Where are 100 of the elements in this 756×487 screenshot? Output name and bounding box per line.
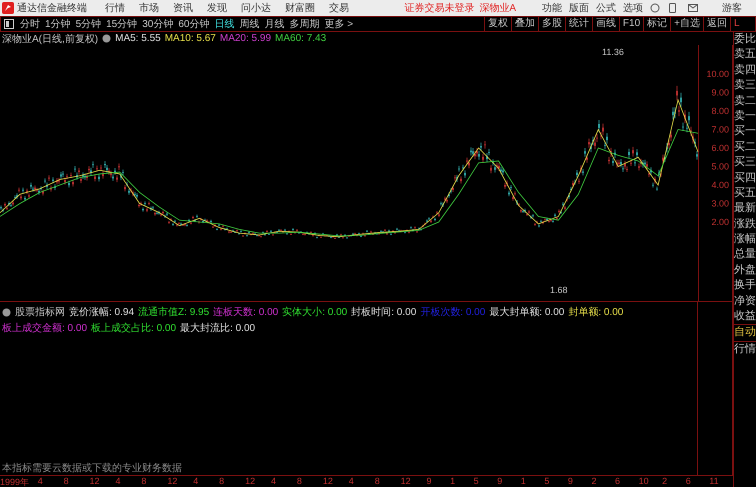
period-tab[interactable]: 15分钟 [106, 17, 138, 31]
date-axis-label: 1999年 [0, 476, 30, 487]
period-tab[interactable]: 月线 [264, 17, 284, 31]
sidebar-button[interactable]: 行情 [734, 340, 756, 358]
date-axis-label: 11 [709, 476, 720, 487]
sidebar-button[interactable]: 自动 [734, 324, 756, 341]
indicator-value: 流通市值Z: 9.95 [138, 306, 210, 319]
quote-label: 最新 [734, 201, 756, 216]
indicator-value: 竞价涨幅: 0.94 [69, 306, 134, 319]
date-axis-label: 8 [64, 476, 70, 487]
period-tab[interactable]: 日线 [214, 17, 234, 31]
moving-average-value: MA20: 5.99 [220, 33, 272, 44]
mail-icon[interactable] [688, 4, 698, 12]
period-tab[interactable]: 多周期 [290, 17, 320, 31]
chart-tool-button[interactable]: 叠加 [510, 17, 538, 31]
indicator-value: 板上成交金额: 0.00 [2, 322, 88, 335]
date-axis-label: 6 [615, 476, 622, 487]
price-axis-label: 2.00 [711, 217, 729, 228]
date-axis-label: 9 [497, 476, 504, 487]
price-axis-label: 7.00 [711, 124, 729, 135]
date-axis-label: 12 [90, 476, 101, 487]
date-axis-label: 5 [474, 476, 480, 487]
price-axis-label: 4.00 [711, 180, 729, 190]
panel-toggle-icon[interactable] [4, 19, 14, 29]
logo-icon [2, 2, 14, 14]
quote-label: 卖五 [734, 47, 756, 62]
menu-item[interactable]: 交易 [329, 1, 349, 15]
quote-label: 买三 [734, 155, 756, 170]
indicator-value: 连板天数: 0.00 [213, 306, 278, 319]
stock-name: 深物业A [479, 2, 516, 15]
period-tab[interactable]: 60分钟 [178, 17, 210, 31]
menu-item[interactable]: 问小达 [241, 1, 271, 15]
quote-label: 卖二 [734, 94, 756, 109]
indicator-value: 封单额: 0.00 [568, 306, 624, 319]
quote-label: 涨幅 [734, 232, 756, 248]
period-tab[interactable]: 分时 [20, 17, 40, 31]
quote-label: 卖一 [734, 108, 756, 124]
date-axis-label: 5 [544, 476, 550, 487]
chart-tool-button[interactable]: 多股 [538, 17, 565, 31]
quote-label: 卖三 [734, 78, 756, 94]
moving-average-value: MA60: 7.43 [275, 33, 326, 44]
quote-label: 收益 [734, 309, 756, 324]
quote-label: 涨跌 [734, 216, 756, 232]
chart-tool-button[interactable]: F10 [618, 17, 644, 31]
date-axis-label: 8 [296, 476, 303, 487]
period-tab[interactable]: 1分钟 [45, 17, 71, 31]
price-axis-label: 3.00 [711, 198, 729, 209]
date-axis-label: 9 [426, 476, 433, 487]
period-tab[interactable]: 5分钟 [76, 17, 102, 31]
chart-title: 深物业A(日线,前复权) [2, 32, 98, 46]
quote-label: 买五 [734, 186, 756, 201]
period-tab[interactable]: 更多 > [324, 17, 354, 31]
period-tab[interactable]: 30分钟 [142, 17, 174, 31]
chart-tool-button[interactable]: 复权 [484, 17, 511, 31]
date-axis-label: 10 [638, 476, 650, 487]
menu-item[interactable]: 版面 [569, 1, 589, 15]
chart-tool-button[interactable]: +自选 [670, 17, 703, 31]
app-title: 通达信金融终端 [17, 2, 87, 15]
date-axis-label: 8 [141, 476, 148, 487]
indicator-value: 最大封单额: 0.00 [489, 306, 564, 319]
date-axis-label: 1 [520, 476, 527, 487]
menu-item[interactable]: 市场 [139, 1, 159, 15]
menu-item[interactable]: 资讯 [173, 1, 193, 15]
date-axis-label: 12 [322, 476, 334, 487]
phone-icon[interactable] [669, 3, 676, 13]
date-axis-label: 4 [38, 476, 44, 487]
chart-tool-button[interactable]: 统计 [564, 17, 592, 31]
indicator-value: 板上成交占比: 0.00 [91, 322, 176, 335]
date-axis-label: 4 [348, 476, 355, 487]
price-axis-label: 6.00 [711, 143, 729, 154]
quote-label: 净资 [734, 294, 756, 309]
date-axis-label: 4 [193, 476, 200, 487]
quote-label: 买四 [734, 170, 756, 186]
date-axis-label: 8 [374, 476, 381, 487]
high-price-label: 11.36 [602, 47, 624, 57]
chart-tool-button[interactable]: 返回 [703, 17, 730, 31]
indicator-note: 本指标需要云数据或下载的专业财务数据 [1, 462, 183, 475]
indicator-value: 开板次数: 0.00 [420, 306, 486, 319]
chart-tool-button[interactable]: 标记 [643, 17, 670, 31]
quote-label: 委比 [734, 32, 756, 47]
menu-item[interactable]: 行情 [105, 1, 125, 15]
menu-item[interactable]: 公式 [596, 1, 616, 15]
date-axis-label: 6 [686, 476, 692, 487]
date-axis-label: 1 [450, 476, 456, 487]
moving-average-value: MA5: 5.55 [115, 33, 161, 44]
moving-average-value: MA10: 5.67 [164, 33, 216, 44]
menu-item[interactable]: 选项 [623, 1, 643, 15]
period-tab[interactable]: 周线 [240, 17, 260, 31]
menu-item[interactable]: 财富圈 [285, 1, 315, 15]
date-axis-label: 12 [245, 476, 256, 487]
low-price-label: 1.68 [550, 285, 568, 295]
indicator-value: 最大封流比: 0.00 [180, 322, 256, 335]
date-axis-label: 2 [662, 476, 668, 487]
date-axis-label: 8 [219, 476, 226, 487]
date-axis-label: 9 [568, 476, 574, 487]
menu-item[interactable]: 功能 [542, 1, 562, 15]
menu-item[interactable]: 发现 [207, 1, 227, 15]
price-axis-label: 9.00 [711, 88, 729, 98]
chart-tool-button[interactable]: 画线 [592, 17, 619, 31]
indicator-value: 封板时间: 0.00 [351, 306, 416, 319]
